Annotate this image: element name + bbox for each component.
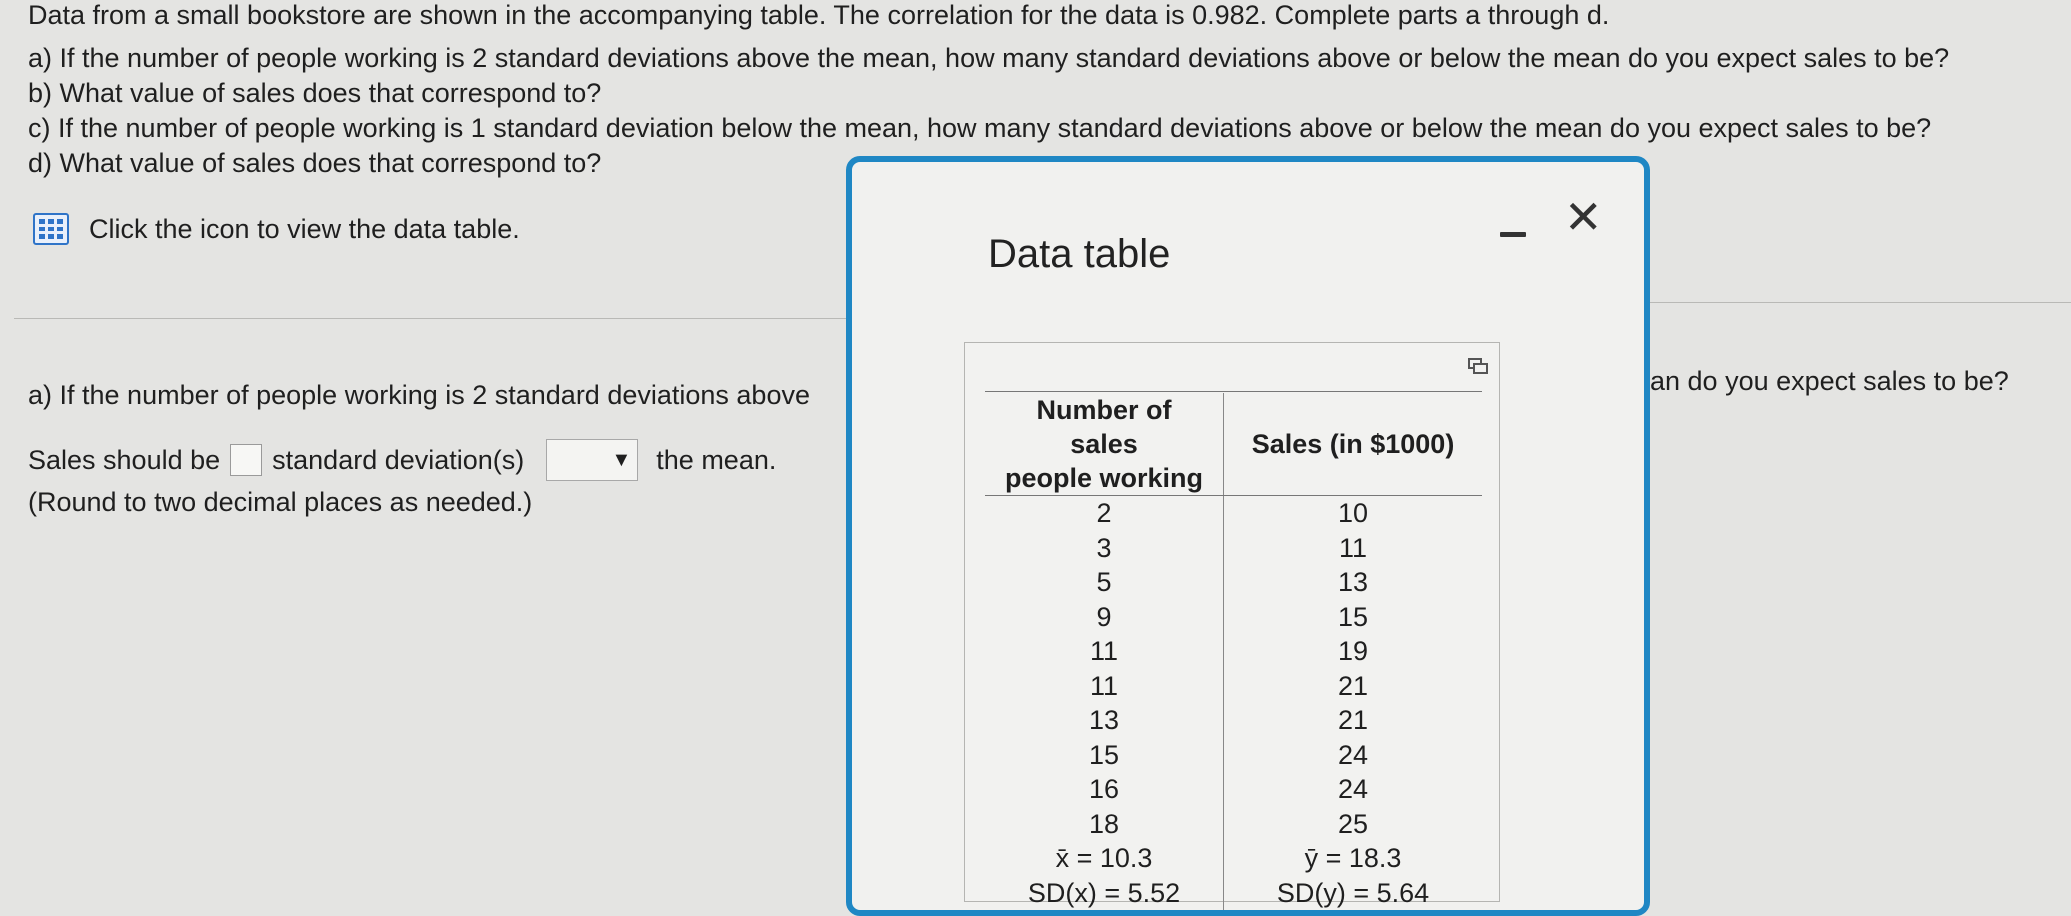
divider-right <box>1650 302 2071 303</box>
above-below-select[interactable]: ▼ <box>546 439 639 481</box>
part-c-text: c) If the number of people working is 1 … <box>28 113 1932 143</box>
answer-prompt-tail: an do you expect sales to be? <box>1650 366 2009 396</box>
sd-value-input[interactable] <box>230 444 263 476</box>
minimize-button[interactable] <box>1498 220 1528 250</box>
table-cell: 11 <box>985 634 1224 669</box>
table-cell: 11 <box>1338 532 1368 563</box>
table-header-row: Number of sales people working Sales (in… <box>985 391 1482 496</box>
table-cell: x̄ = 10.3 <box>985 841 1224 876</box>
table-row: 9 15 <box>985 599 1482 634</box>
table-row: 11 21 <box>985 668 1482 703</box>
table-cell: 13 <box>1337 567 1369 598</box>
sales-suffix: the mean. <box>656 444 777 475</box>
table-cell: 10 <box>1337 498 1369 529</box>
table-row: 3 11 <box>985 530 1482 565</box>
table-row: 18 25 <box>985 806 1482 841</box>
question-intro: Data from a small bookstore are shown in… <box>28 0 1610 30</box>
dropdown-arrow-icon: ▼ <box>611 448 632 471</box>
answer-area: a) If the number of people working is 2 … <box>28 380 810 518</box>
data-table: Number of sales people working Sales (in… <box>985 391 1482 910</box>
modal-title: Data table <box>988 232 1171 276</box>
table-cell: 19 <box>1337 636 1369 667</box>
table-cell: 24 <box>1337 739 1369 770</box>
table-cell: 9 <box>985 599 1224 634</box>
table-cell: SD(y) = 5.64 <box>1276 877 1430 908</box>
data-table-modal: Data table ✕ Number of sales people work… <box>846 156 1650 916</box>
answer-prompt: a) If the number of people working is 2 … <box>28 380 810 410</box>
table-row: 2 10 <box>985 495 1482 531</box>
table-cell: 15 <box>1337 601 1369 632</box>
divider-left <box>14 318 846 319</box>
header-people-working: Number of sales people working <box>985 391 1482 496</box>
table-grid-icon[interactable] <box>33 213 69 245</box>
round-note: (Round to two decimal places as needed.) <box>28 487 533 517</box>
table-cell: 2 <box>985 495 1224 531</box>
answer-sentence: Sales should be standard deviation(s) ▼ … <box>28 439 810 481</box>
data-table-link[interactable]: Click the icon to view the data table. <box>33 213 520 245</box>
table-cell: 16 <box>985 772 1224 807</box>
table-cell: 18 <box>985 806 1224 841</box>
table-row: 13 21 <box>985 703 1482 738</box>
table-cell: ȳ = 18.3 <box>1304 843 1402 874</box>
part-b-text: b) What value of sales does that corresp… <box>28 78 602 108</box>
copy-icon[interactable] <box>1467 357 1489 375</box>
sales-middle: standard deviation(s) <box>272 444 525 475</box>
table-cell: 25 <box>1337 808 1369 839</box>
table-row: 15 24 <box>985 737 1482 772</box>
table-cell: 21 <box>1337 705 1369 736</box>
part-a-text: a) If the number of people working is 2 … <box>28 43 1950 73</box>
table-cell: 21 <box>1337 670 1369 701</box>
question-block: Data from a small bookstore are shown in… <box>28 0 1949 181</box>
table-cell: 13 <box>985 703 1224 738</box>
header-sales: Sales (in $1000) <box>1223 393 1482 496</box>
table-row: 11 19 <box>985 634 1482 669</box>
table-cell: 24 <box>1337 774 1369 805</box>
table-cell: 3 <box>985 530 1224 565</box>
table-cell: SD(x) = 5.52 <box>985 875 1224 910</box>
sales-prefix: Sales should be <box>28 444 221 475</box>
table-cell: 11 <box>985 668 1224 703</box>
table-cell: 5 <box>985 565 1224 600</box>
table-frame: Number of sales people working Sales (in… <box>964 342 1500 910</box>
close-button[interactable]: ✕ <box>1564 194 1603 240</box>
data-table-link-label[interactable]: Click the icon to view the data table. <box>89 214 520 245</box>
summary-sd-row: SD(x) = 5.52 SD(y) = 5.64 <box>985 875 1482 910</box>
table-row: 16 24 <box>985 772 1482 807</box>
summary-mean-row: x̄ = 10.3 ȳ = 18.3 <box>985 841 1482 876</box>
table-row: 5 13 <box>985 565 1482 600</box>
table-cell: 15 <box>985 737 1224 772</box>
